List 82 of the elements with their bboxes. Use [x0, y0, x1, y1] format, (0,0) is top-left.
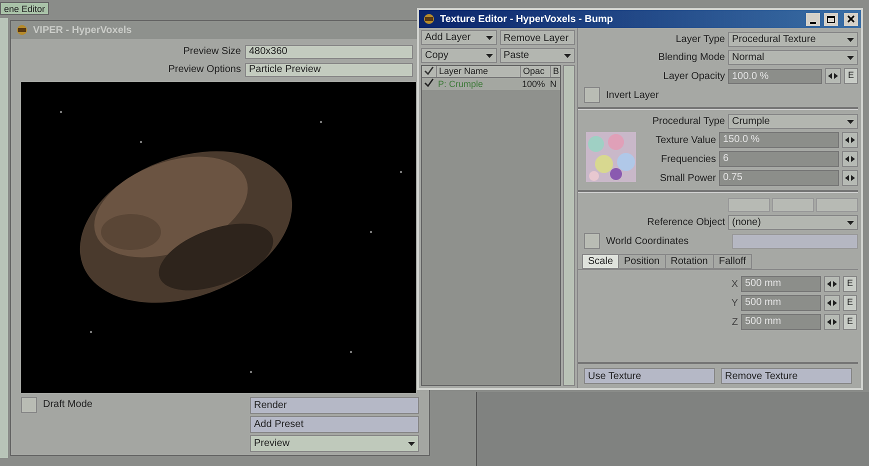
envelope-button[interactable]: E: [843, 295, 857, 311]
dropdown-field[interactable]: Procedural Texture: [728, 32, 858, 47]
dropdown-button[interactable]: Add Layer: [421, 30, 496, 45]
dropdown-field[interactable]: Particle Preview: [245, 62, 413, 76]
field-label: Reference Object: [646, 216, 725, 230]
left-right-arrows-icon: [845, 137, 855, 143]
left-right-arrows-icon: [827, 300, 837, 306]
field-label: Procedural Type: [651, 115, 725, 129]
dropdown-field[interactable]: Normal: [728, 50, 858, 65]
column-header[interactable]: Layer Name: [436, 66, 520, 77]
app-icon: [422, 13, 436, 25]
action-button[interactable]: Remove Layer: [500, 30, 575, 45]
envelope-button[interactable]: E: [843, 276, 857, 292]
left-right-arrows-icon: [827, 281, 837, 287]
field-label: Layer Opacity: [662, 70, 725, 84]
field-label: Y: [730, 296, 738, 310]
checkbox[interactable]: [584, 87, 600, 103]
slider-arrows-button[interactable]: [824, 295, 840, 311]
checkbox-label: Invert Layer: [606, 88, 659, 102]
slider-arrows-button[interactable]: [824, 314, 840, 330]
tab[interactable]: Rotation: [664, 254, 714, 269]
field-label: Blending Mode: [657, 51, 725, 65]
action-button[interactable]: Use Texture: [584, 368, 715, 384]
editor-tab[interactable]: ene Editor: [0, 2, 50, 15]
column-header[interactable]: Opac: [520, 66, 550, 77]
layer-opacity: 100%: [521, 78, 546, 90]
checkbox-label: Draft Mode: [43, 398, 92, 412]
maximize-button[interactable]: [824, 12, 838, 26]
dropdown-field[interactable]: (none): [728, 215, 858, 230]
layer-blend: N: [550, 78, 558, 90]
field-label: Z: [730, 316, 738, 330]
slider-arrows-button[interactable]: [825, 68, 841, 84]
layer-name: P: Crumple: [437, 78, 484, 90]
field-label: Preview Size: [182, 45, 241, 59]
field-label: X: [730, 278, 738, 292]
layer-row[interactable]: P: Crumple 100% N: [422, 78, 560, 90]
caret-icon: [486, 36, 492, 40]
action-button[interactable]: Render: [250, 397, 419, 414]
close-icon: [847, 15, 855, 23]
minimize-button[interactable]: [806, 12, 820, 26]
field-label: Small Power: [658, 172, 716, 186]
caret-icon: [486, 54, 492, 58]
envelope-button[interactable]: E: [843, 314, 857, 330]
caret-icon: [847, 220, 854, 224]
tab[interactable]: Scale: [582, 254, 620, 269]
field-label: Layer Type: [674, 33, 725, 47]
caret-icon: [408, 442, 415, 446]
field-label: Preview Options: [167, 63, 241, 77]
scrollbar[interactable]: [563, 65, 575, 386]
checkbox-label: World Coordinates: [606, 234, 690, 248]
close-button[interactable]: [844, 12, 858, 26]
caret-icon: [847, 56, 854, 60]
checkbox[interactable]: [21, 397, 37, 413]
dropdown-button[interactable]: Paste: [500, 48, 575, 63]
field-label: Frequencies: [660, 152, 716, 166]
field-label: Texture Value: [654, 134, 716, 148]
caret-icon: [847, 38, 854, 42]
slider-arrows-button[interactable]: [842, 151, 858, 167]
dropdown-button[interactable]: Copy: [421, 48, 496, 63]
texture-preview-swatch: [586, 132, 636, 182]
envelope-button[interactable]: E: [844, 68, 858, 84]
tab[interactable]: Position: [618, 254, 666, 269]
window-title: VIPER - HyperVoxels: [33, 24, 132, 38]
caret-icon: [847, 120, 854, 124]
dropdown-button[interactable]: Preview: [250, 435, 419, 452]
dropdown-field[interactable]: Crumple: [728, 114, 858, 129]
left-right-arrows-icon: [845, 175, 855, 181]
tab[interactable]: Falloff: [712, 254, 752, 269]
slider-arrows-button[interactable]: [824, 276, 840, 292]
action-button[interactable]: Add Preset: [250, 416, 419, 433]
left-right-arrows-icon: [827, 319, 837, 325]
column-header[interactable]: B: [550, 66, 560, 77]
dropdown-field[interactable]: 480x360: [245, 44, 413, 58]
window-title: Texture Editor - HyperVoxels - Bump: [440, 12, 614, 26]
left-right-arrows-icon: [845, 156, 855, 162]
action-button[interactable]: Remove Texture: [721, 368, 852, 384]
app-icon: [15, 24, 29, 36]
left-right-arrows-icon: [828, 73, 838, 79]
slider-arrows-button[interactable]: [842, 132, 858, 148]
caret-icon: [564, 54, 571, 58]
slider-arrows-button[interactable]: [842, 170, 858, 186]
checkbox[interactable]: [584, 233, 600, 249]
